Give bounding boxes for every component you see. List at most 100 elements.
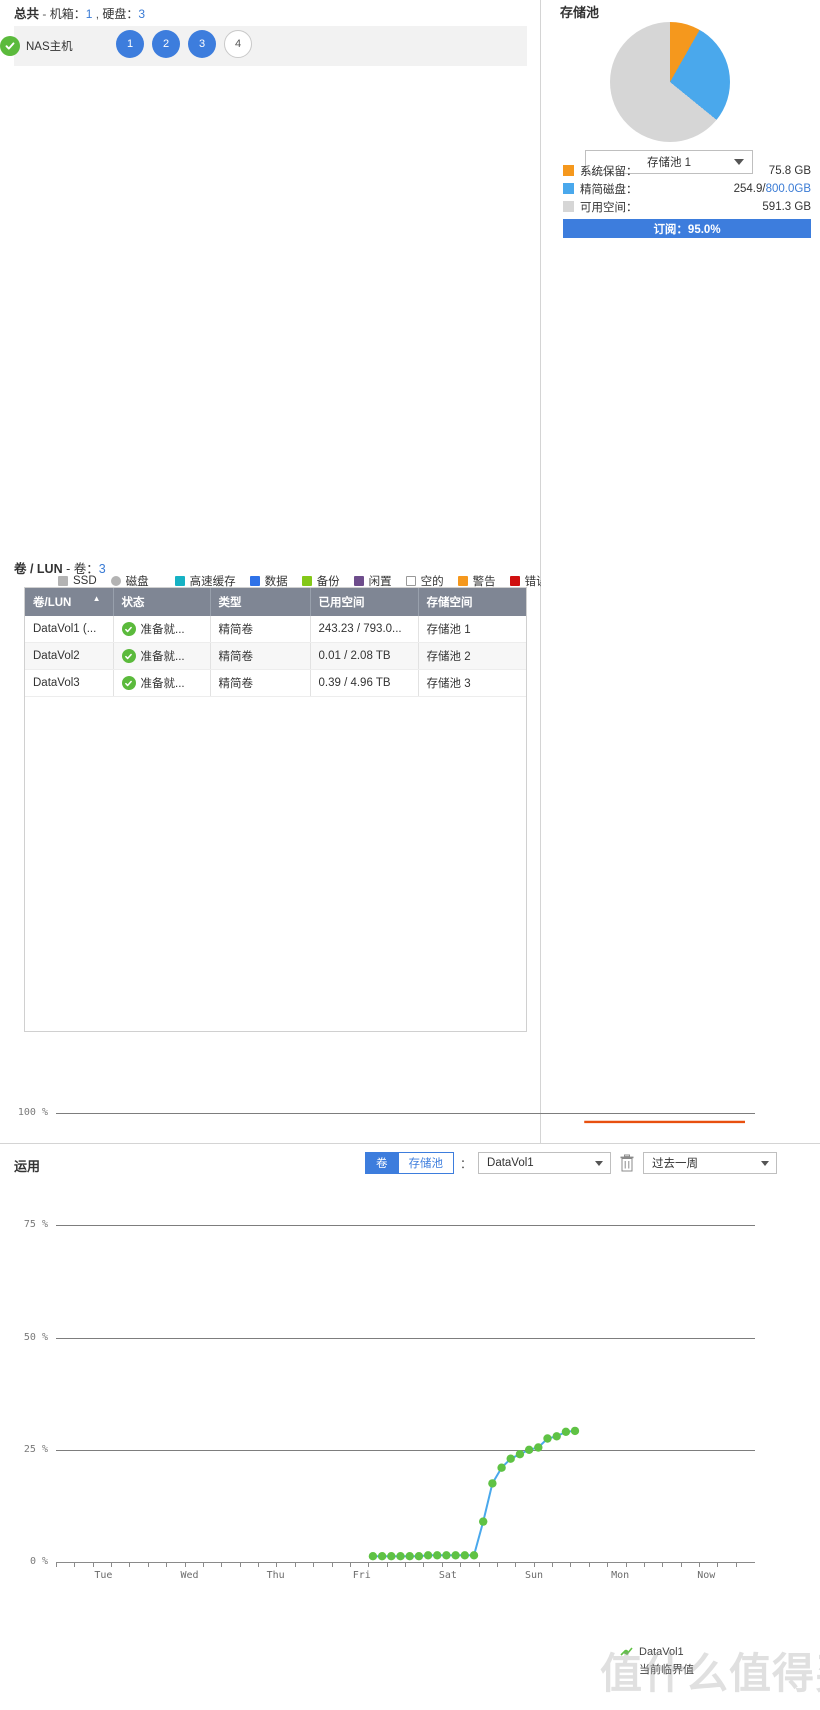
dashboard-top-area: 总共 - 机箱：1 , 硬盘：3 NAS主机 1234 SSD 磁盘 高速缓存 数据备… — [0, 0, 820, 1143]
volume-section-header: 卷 / LUN - 卷：3 — [14, 558, 106, 577]
x-axis-minor-tick — [276, 1562, 278, 1567]
pool-legend-row-0: 系统保留： 75.8 GB — [563, 162, 811, 179]
enclosure-and-volumes-column: 总共 - 机箱：1 , 硬盘：3 NAS主机 1234 SSD 磁盘 高速缓存 数据备… — [0, 0, 541, 1143]
usage-chart: 0 % 25 % 50 % 75 % 100 % Tue Wed Thu Fri Sat Sun Mo… — [0, 1107, 820, 1710]
x-axis-minor-tick — [111, 1562, 113, 1567]
disk-bay-number: 2 — [162, 38, 170, 50]
x-axis-minor-tick — [294, 1562, 296, 1567]
storage-pool-pie-chart — [610, 22, 730, 142]
disk-bay-3[interactable]: 3 — [188, 30, 216, 58]
x-axis-minor-tick — [496, 1562, 498, 1567]
enclosure-host: NAS主机 — [0, 26, 110, 66]
x-axis-minor-tick — [258, 1562, 260, 1567]
sort-ascending-icon[interactable]: ▲ — [93, 594, 101, 603]
cell-used: 0.39 / 4.96 TB — [310, 669, 419, 697]
y-axis-tick-25: 25 % — [23, 1443, 48, 1455]
x-axis-minor-tick — [607, 1562, 609, 1567]
volume-table: 卷/LUN ▲ 状态 类型 已用空间 存储空间 DataVol1 (... 准备就... 精简… — [25, 588, 526, 697]
cell-type: 精简卷 — [210, 616, 311, 643]
status-badge: 准备就... — [121, 621, 202, 637]
x-axis-minor-tick — [166, 1562, 168, 1567]
cell-type: 精简卷 — [210, 669, 311, 697]
check-circle-icon — [121, 622, 136, 636]
disk-bay-4[interactable]: 4 — [224, 30, 252, 58]
pool-legend-value: 591.3 GB — [762, 200, 811, 213]
column-header-2[interactable]: 类型 — [210, 588, 311, 616]
pool-legend-label: 精简磁盘： — [580, 183, 638, 196]
x-axis-minor-tick — [699, 1562, 701, 1567]
volume-table-container[interactable]: 卷/LUN ▲ 状态 类型 已用空间 存储空间 DataVol1 (... 准备就... 精简… — [24, 587, 527, 1032]
total-summary-header: 总共 - 机箱：1 , 硬盘：3 — [14, 3, 145, 22]
x-axis-minor-tick — [717, 1562, 719, 1567]
legend-swatch-icon — [457, 576, 468, 586]
x-axis-tick-Thu: Thu — [266, 1570, 285, 1581]
status-text: 准备就... — [140, 678, 185, 690]
subscription-bar: 订阅：95.0% — [563, 219, 811, 238]
cell-used: 243.23 / 793.0... — [310, 616, 419, 643]
table-row[interactable]: DataVol3 准备就... 精简卷 0.39 / 4.96 TB 存储池 3 — [25, 669, 526, 697]
column-header-3[interactable]: 已用空间 — [310, 588, 419, 616]
status-badge: 准备就... — [121, 648, 202, 664]
legend-swatch-icon — [405, 576, 416, 586]
pool-legend-swatch-icon — [563, 183, 574, 194]
pool-legend-swatch-icon — [563, 201, 574, 212]
pool-legend-label: 可用空间： — [580, 201, 638, 214]
x-axis-minor-tick — [386, 1562, 388, 1567]
cell-status: 准备就... — [113, 616, 211, 643]
x-axis-minor-tick — [643, 1562, 645, 1567]
storage-pool-column: 存储池 存储池 1 系统保留： 75.8 GB 精简磁盘： 254.9/800.0GB… — [553, 0, 820, 1143]
x-axis-minor-tick — [460, 1562, 462, 1567]
y-axis-tick-50: 50 % — [23, 1331, 48, 1343]
gridline-50 — [56, 1337, 755, 1339]
y-axis-tick-100: 100 % — [17, 1107, 48, 1118]
pool-legend-row-1: 精简磁盘： 254.9/800.0GB — [563, 180, 811, 197]
volume-title-dash: - — [62, 562, 74, 576]
y-axis-tick-0: 0 % — [29, 1556, 48, 1567]
x-axis-minor-tick — [221, 1562, 223, 1567]
cell-pool: 存储池 1 — [418, 616, 526, 643]
cell-name: DataVol3 — [25, 669, 114, 697]
disk-bay-1[interactable]: 1 — [116, 30, 144, 58]
status-text: 准备就... — [140, 624, 185, 636]
x-axis-minor-tick — [552, 1562, 554, 1567]
check-circle-icon — [0, 36, 20, 56]
gridline-25 — [56, 1449, 755, 1451]
cell-name: DataVol1 (... — [25, 616, 114, 643]
legend-swatch-icon — [509, 576, 520, 586]
table-row[interactable]: DataVol1 (... 准备就... 精简卷 243.23 / 793.0... 存… — [25, 616, 526, 643]
x-axis-tick-Wed: Wed — [180, 1570, 199, 1581]
gridline-75 — [56, 1225, 755, 1227]
cell-status: 准备就... — [113, 642, 211, 670]
pool-legend-swatch-icon — [563, 165, 574, 176]
disk-label: 硬盘： — [102, 7, 139, 21]
column-header-label: 类型 — [218, 597, 242, 609]
x-axis-minor-tick — [478, 1562, 480, 1567]
watermark: 值什么值得买 — [600, 1649, 820, 1698]
x-axis-minor-tick — [331, 1562, 333, 1567]
x-axis-minor-tick — [147, 1562, 149, 1567]
x-axis-tick-Mon: Mon — [611, 1570, 630, 1581]
cell-pool: 存储池 3 — [418, 669, 526, 697]
x-axis-tick-Sat: Sat — [438, 1570, 457, 1581]
x-axis-minor-tick — [349, 1562, 351, 1567]
column-header-label: 卷/LUN — [33, 597, 72, 609]
pool-legend-value: 254.9/800.0GB — [734, 183, 811, 195]
storage-pool-title: 存储池 — [560, 5, 600, 20]
column-header-label: 存储空间 — [426, 597, 473, 609]
x-axis-minor-tick — [202, 1562, 204, 1567]
pool-legend-row-2: 可用空间： 591.3 GB — [563, 198, 811, 215]
column-header-4[interactable]: 存储空间 — [418, 588, 526, 616]
disk-count: 3 — [138, 7, 146, 21]
column-header-1[interactable]: 状态 — [113, 588, 211, 616]
status-badge: 准备就... — [121, 675, 202, 691]
cell-pool: 存储池 2 — [418, 642, 526, 670]
x-axis-minor-tick — [313, 1562, 315, 1567]
x-axis-tick-Tue: Tue — [94, 1570, 113, 1581]
x-axis-minor-tick — [441, 1562, 443, 1567]
gridline-100 — [56, 1113, 755, 1114]
enclosure-host-label: NAS主机 — [26, 41, 73, 53]
total-dash: - — [39, 7, 50, 21]
disk-bay-2[interactable]: 2 — [152, 30, 180, 58]
table-row[interactable]: DataVol2 准备就... 精简卷 0.01 / 2.08 TB 存储池 2 — [25, 642, 526, 670]
column-header-0[interactable]: 卷/LUN ▲ — [25, 588, 114, 616]
